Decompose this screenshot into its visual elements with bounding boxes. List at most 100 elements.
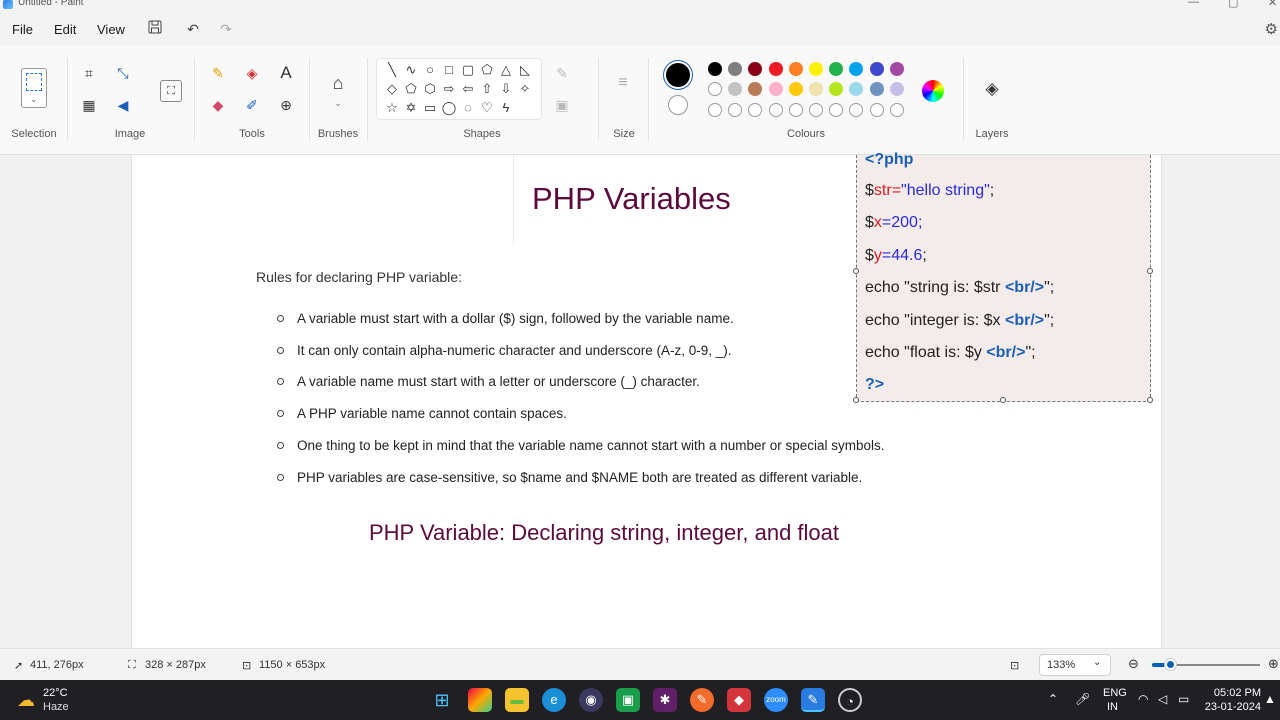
- right-triangle-shape-icon[interactable]: ◺: [517, 62, 533, 78]
- edit-colors-icon[interactable]: [922, 80, 944, 102]
- notification-bell-icon[interactable]: ▲: [1264, 692, 1276, 706]
- screen-recorder-icon[interactable]: ◔: [838, 688, 862, 712]
- custom-color-slot[interactable]: [768, 103, 783, 117]
- outline-icon[interactable]: ✎: [553, 64, 571, 82]
- menu-edit[interactable]: Edit: [54, 22, 76, 37]
- layers-icon[interactable]: ◈: [983, 80, 1001, 98]
- zoom-slider-thumb[interactable]: [1165, 659, 1176, 670]
- fill-icon[interactable]: ▣: [553, 96, 571, 114]
- oval-shape-icon[interactable]: ○: [422, 62, 438, 78]
- microphone-icon[interactable]: 🎤︎: [1075, 692, 1090, 706]
- resize-handle[interactable]: [1147, 268, 1153, 274]
- draw-app-icon[interactable]: ✎: [690, 688, 714, 712]
- text-icon[interactable]: A: [277, 64, 295, 82]
- color-swatch[interactable]: [728, 82, 743, 96]
- resize-icon[interactable]: ⤡: [114, 64, 132, 82]
- color-swatch[interactable]: [768, 62, 783, 76]
- code-selection[interactable]: <?php $str="hello string"; $x=200; $y=44…: [853, 151, 1153, 403]
- copilot-icon[interactable]: [468, 688, 492, 712]
- color-swatch[interactable]: [889, 82, 904, 96]
- lightning-shape-icon[interactable]: ϟ: [498, 100, 514, 116]
- custom-color-slot[interactable]: [748, 103, 763, 117]
- line-shape-icon[interactable]: ╲: [384, 62, 400, 78]
- zoom-out-icon[interactable]: ⊖: [1128, 656, 1139, 672]
- gear-icon[interactable]: ⚙: [1265, 20, 1278, 38]
- four-point-star-shape-icon[interactable]: ✧: [517, 81, 533, 97]
- rounded-rect-shape-icon[interactable]: ▢: [460, 62, 476, 78]
- brush-icon[interactable]: ⌂: [329, 74, 347, 92]
- chat-icon[interactable]: ▣: [616, 688, 640, 712]
- color-swatch[interactable]: [788, 82, 803, 96]
- zoom-in-icon[interactable]: ⊕: [1268, 656, 1279, 672]
- six-point-star-shape-icon[interactable]: ✡: [403, 100, 419, 116]
- color-swatch[interactable]: [768, 82, 783, 96]
- color-swatch[interactable]: [889, 62, 904, 76]
- callout-rect-shape-icon[interactable]: ▭: [422, 100, 438, 116]
- color-swatch[interactable]: [708, 82, 722, 96]
- color-picker-icon[interactable]: ✐: [243, 96, 261, 114]
- custom-color-slot[interactable]: [869, 103, 884, 117]
- custom-color-slot[interactable]: [728, 103, 743, 117]
- color-swatch[interactable]: [829, 82, 844, 96]
- color-swatch[interactable]: [809, 62, 823, 76]
- color-swatch[interactable]: [829, 62, 844, 76]
- eraser-icon[interactable]: ◆: [209, 96, 227, 114]
- custom-color-slot[interactable]: [889, 103, 904, 117]
- minimize-button[interactable]: —: [1188, 0, 1199, 8]
- color-swatch[interactable]: [849, 62, 864, 76]
- redo-icon[interactable]: ↷: [217, 20, 235, 38]
- clock-time[interactable]: 05:02 PM: [1207, 687, 1261, 699]
- resize-handle[interactable]: [853, 397, 859, 403]
- anydesk-icon[interactable]: ◆: [727, 688, 751, 712]
- crop-icon[interactable]: ⌗: [80, 64, 98, 82]
- pentagon-shape-icon[interactable]: ⬠: [403, 81, 419, 97]
- image-select-icon[interactable]: ▦: [80, 96, 98, 114]
- chevron-down-icon[interactable]: ⌄: [329, 94, 347, 112]
- heart-shape-icon[interactable]: ♡: [479, 100, 495, 116]
- color-swatch[interactable]: [869, 82, 884, 96]
- github-icon[interactable]: ◉: [579, 688, 603, 712]
- save-icon[interactable]: [146, 20, 164, 38]
- chevron-up-icon[interactable]: ⌃: [1048, 692, 1058, 706]
- right-arrow-shape-icon[interactable]: ⇨: [441, 81, 457, 97]
- five-point-star-shape-icon[interactable]: ☆: [384, 100, 400, 116]
- fit-to-window-icon[interactable]: ⊡: [1010, 659, 1019, 672]
- color-swatch[interactable]: [748, 82, 763, 96]
- curve-shape-icon[interactable]: ∿: [403, 62, 419, 78]
- selection-tool-button[interactable]: ⌄: [21, 68, 47, 108]
- maximize-button[interactable]: ▢: [1228, 0, 1238, 9]
- color-swatch[interactable]: [849, 82, 864, 96]
- custom-color-slot[interactable]: [809, 103, 823, 117]
- wifi-icon[interactable]: ◠: [1138, 692, 1148, 706]
- custom-color-slot[interactable]: [708, 103, 722, 117]
- weather-icon[interactable]: ☁: [14, 688, 38, 712]
- stroke-size-icon[interactable]: ≡: [614, 74, 632, 92]
- paint-taskbar-icon[interactable]: ✎: [801, 688, 825, 712]
- close-button[interactable]: ✕: [1268, 0, 1277, 9]
- slack-icon[interactable]: ✱: [653, 688, 677, 712]
- rectangle-shape-icon[interactable]: □: [441, 62, 457, 78]
- clock-date[interactable]: 23-01-2024: [1203, 701, 1261, 713]
- custom-color-slot[interactable]: [829, 103, 844, 117]
- primary-color-swatch[interactable]: [666, 63, 690, 87]
- secondary-color-swatch[interactable]: [668, 95, 688, 115]
- zoom-select[interactable]: 133% ⌄: [1039, 654, 1111, 676]
- custom-color-slot[interactable]: [849, 103, 864, 117]
- image-background-icon[interactable]: ⛶: [160, 80, 182, 102]
- undo-icon[interactable]: ↶: [184, 20, 202, 38]
- menu-file[interactable]: File: [12, 22, 33, 37]
- color-swatch[interactable]: [748, 62, 763, 76]
- language-bottom[interactable]: IN: [1107, 701, 1118, 713]
- callout-oval-shape-icon[interactable]: ◯: [441, 100, 457, 116]
- menu-view[interactable]: View: [97, 22, 125, 37]
- fill-bucket-icon[interactable]: ◈: [243, 64, 261, 82]
- drawing-canvas[interactable]: PHP Variables Rules for declaring PHP va…: [131, 151, 1162, 648]
- battery-icon[interactable]: ▭: [1178, 692, 1189, 706]
- resize-handle[interactable]: [1147, 397, 1153, 403]
- down-arrow-shape-icon[interactable]: ⇩: [498, 81, 514, 97]
- file-explorer-icon[interactable]: ▬: [505, 688, 529, 712]
- callout-cloud-shape-icon[interactable]: ◌: [460, 100, 476, 116]
- resize-handle[interactable]: [853, 268, 859, 274]
- color-swatch[interactable]: [708, 62, 722, 76]
- color-swatch[interactable]: [788, 62, 803, 76]
